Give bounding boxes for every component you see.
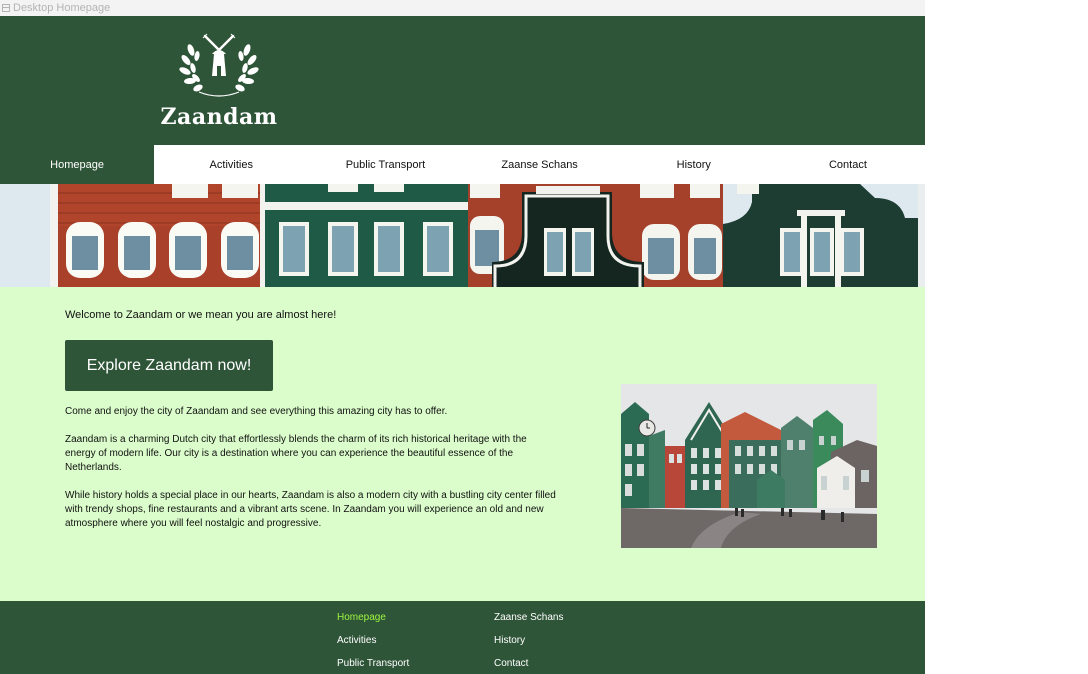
footer-link-homepage[interactable]: Homepage: [337, 612, 386, 623]
explore-button[interactable]: Explore Zaandam now!: [65, 340, 273, 391]
footer-link-history[interactable]: History: [494, 635, 525, 646]
intro-paragraph: While history holds a special place in o…: [65, 490, 556, 529]
city-photo-illustration: [621, 384, 877, 548]
windmill-wreath-icon: [179, 33, 259, 97]
nav-item-history[interactable]: History: [617, 145, 771, 184]
banner-illustration: [0, 184, 925, 287]
footer-link-zaanse-schans[interactable]: Zaanse Schans: [494, 612, 564, 623]
main-nav: Homepage Activities Public Transport Zaa…: [0, 145, 925, 184]
header: Zaandam: [0, 16, 925, 145]
main-content: Welcome to Zaandam or we mean you are al…: [0, 287, 925, 601]
nav-item-contact[interactable]: Contact: [771, 145, 925, 184]
intro-paragraph: Come and enjoy the city of Zaandam and s…: [65, 406, 448, 417]
nav-item-activities[interactable]: Activities: [154, 145, 308, 184]
footer-link-contact[interactable]: Contact: [494, 658, 528, 669]
city-center-photo: [621, 384, 877, 548]
intro-text: Come and enjoy the city of Zaandam and s…: [65, 405, 560, 545]
nav-item-public-transport[interactable]: Public Transport: [308, 145, 462, 184]
footer: Homepage Activities Public Transport Zaa…: [0, 601, 925, 674]
nav-item-zaanse-schans[interactable]: Zaanse Schans: [463, 145, 617, 184]
nav-item-homepage[interactable]: Homepage: [0, 145, 155, 184]
intro-paragraph: Zaandam is a charming Dutch city that ef…: [65, 434, 527, 473]
frame-title: Desktop Homepage: [13, 2, 111, 14]
frame-label: Desktop Homepage: [0, 0, 925, 16]
logo-wordmark: Zaandam: [160, 104, 278, 130]
welcome-text: Welcome to Zaandam or we mean you are al…: [65, 309, 337, 321]
logo[interactable]: Zaandam: [155, 26, 283, 145]
footer-link-public-transport[interactable]: Public Transport: [337, 658, 409, 669]
footer-link-activities[interactable]: Activities: [337, 635, 376, 646]
frame-icon: [2, 4, 10, 12]
hero-banner-houses: [0, 184, 925, 287]
desktop-homepage: Zaandam Homepage Activities Public Trans…: [0, 16, 925, 674]
